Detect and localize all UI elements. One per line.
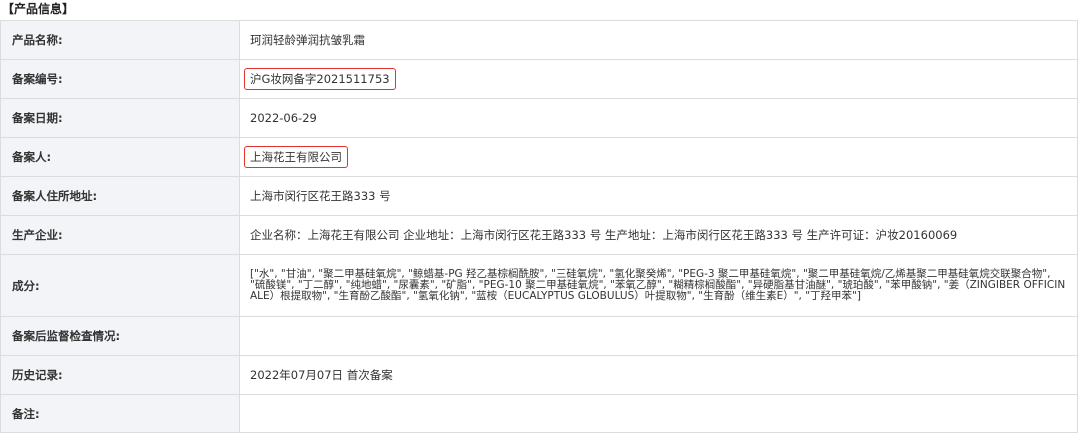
row-label-registration-date: 备案日期: [0,98,240,138]
table-row: 备案日期: 2022-06-29 [0,98,1078,138]
row-label-post-inspection: 备案后监督检查情况: [0,316,240,356]
row-value-history: 2022年07月07日 首次备案 [239,355,1078,395]
row-label-product-name: 产品名称: [0,20,240,60]
table-row: 生产企业: 企业名称：上海花王有限公司 企业地址：上海市闵行区花王路333 号 … [0,215,1078,255]
table-row: 成分: ["水", "甘油", "聚二甲基硅氧烷", "鲸蜡基-PG 羟乙基棕榈… [0,254,1078,317]
row-value-remarks [239,394,1078,433]
table-row: 备案人: 上海花王有限公司 [0,137,1078,177]
product-info-table: 产品名称: 珂润轻龄弹润抗皱乳霜 备案编号: 沪G妆网备字2021511753 … [0,20,1078,433]
section-title: 【产品信息】 [2,2,75,16]
row-value-registrant-address: 上海市闵行区花王路333 号 [239,176,1078,216]
row-value-post-inspection [239,316,1078,356]
ingredients-text: ["水", "甘油", "聚二甲基硅氧烷", "鲸蜡基-PG 羟乙基棕榈酰胺",… [250,268,1066,302]
table-row: 备案编号: 沪G妆网备字2021511753 [0,59,1078,99]
registrant-highlight: 上海花王有限公司 [244,146,348,168]
row-value-registrant-cell: 上海花王有限公司 [239,137,1078,177]
row-value-product-name: 珂润轻龄弹润抗皱乳霜 [239,20,1078,60]
row-label-manufacturer: 生产企业: [0,215,240,255]
row-value-manufacturer: 企业名称：上海花王有限公司 企业地址：上海市闵行区花王路333 号 生产地址：上… [239,215,1078,255]
row-value-registration-number-cell: 沪G妆网备字2021511753 [239,59,1078,99]
row-value-registration-date: 2022-06-29 [239,98,1078,138]
table-row: 历史记录: 2022年07月07日 首次备案 [0,355,1078,395]
table-row: 备注: [0,394,1078,433]
table-row: 产品名称: 珂润轻龄弹润抗皱乳霜 [0,20,1078,60]
row-value-ingredients-cell: ["水", "甘油", "聚二甲基硅氧烷", "鲸蜡基-PG 羟乙基棕榈酰胺",… [239,254,1078,317]
row-label-ingredients: 成分: [0,254,240,317]
table-row: 备案后监督检查情况: [0,316,1078,356]
registration-number-highlight: 沪G妆网备字2021511753 [244,68,396,90]
row-label-remarks: 备注: [0,394,240,433]
row-label-registration-number: 备案编号: [0,59,240,99]
row-label-registrant: 备案人: [0,137,240,177]
row-label-registrant-address: 备案人住所地址: [0,176,240,216]
row-label-history: 历史记录: [0,355,240,395]
table-row: 备案人住所地址: 上海市闵行区花王路333 号 [0,176,1078,216]
